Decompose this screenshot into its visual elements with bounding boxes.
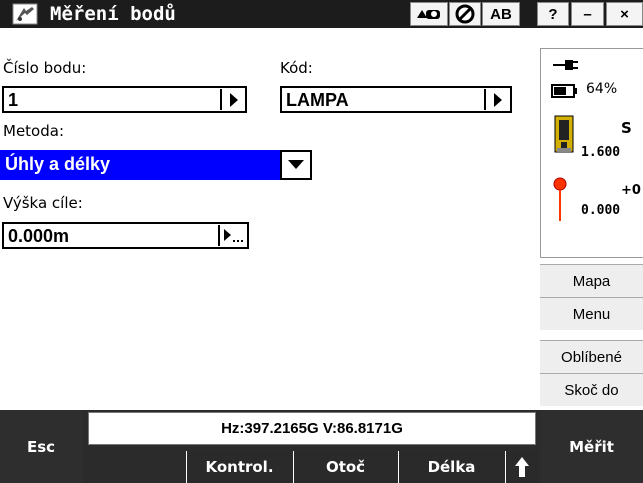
- no-entry-icon[interactable]: [449, 2, 481, 26]
- target-height-field[interactable]: 0.000m: [2, 222, 249, 249]
- point-number-arrow-icon[interactable]: [220, 89, 245, 110]
- map-button[interactable]: Mapa: [540, 264, 643, 297]
- code-arrow-icon[interactable]: [484, 89, 509, 110]
- point-number-label: Číslo bodu:: [3, 59, 87, 77]
- softkey-rotate[interactable]: Otoč: [293, 451, 397, 483]
- target-height-label: Výška cíle:: [3, 194, 83, 212]
- minimize-button[interactable]: –: [571, 2, 604, 26]
- instrument-letter: S: [621, 119, 632, 137]
- angle-readout: Hz:397.2165G V:86.8171G: [88, 412, 536, 445]
- code-value: LAMPA: [286, 90, 349, 110]
- softkey-length[interactable]: Délka: [398, 451, 504, 483]
- point-number-value: 1: [8, 90, 19, 110]
- telescope-icon[interactable]: [410, 2, 448, 26]
- battery-percent: 64%: [586, 81, 618, 97]
- softkey-check[interactable]: Kontrol.: [186, 451, 292, 483]
- esc-button[interactable]: Esc: [0, 410, 82, 483]
- target-value: 0.000: [581, 203, 621, 218]
- method-value: Úhly a délky: [5, 154, 111, 174]
- close-button[interactable]: ×: [606, 2, 643, 26]
- target-sign: +0: [621, 183, 641, 198]
- ab-button[interactable]: AB: [482, 2, 520, 26]
- target-prism-icon: [553, 177, 567, 221]
- app-icon[interactable]: [12, 3, 38, 25]
- menu-button[interactable]: Menu: [540, 297, 643, 330]
- point-number-field[interactable]: 1: [2, 86, 247, 113]
- window-title: Měření bodů: [50, 3, 176, 25]
- power-plug-icon: [553, 60, 578, 70]
- method-label: Metoda:: [3, 122, 64, 140]
- jump-to-button[interactable]: Skoč do: [540, 373, 643, 406]
- instrument-height: 1.600: [581, 145, 621, 160]
- code-label: Kód:: [280, 59, 313, 77]
- total-station-icon: [554, 115, 574, 153]
- method-dropdown-icon[interactable]: [280, 150, 312, 180]
- target-height-options-icon[interactable]: [218, 225, 247, 246]
- method-select[interactable]: Úhly a délky: [0, 150, 280, 180]
- code-field[interactable]: LAMPA: [280, 86, 512, 113]
- target-height-value: 0.000m: [8, 226, 70, 246]
- instrument-status-panel[interactable]: 64% S 1.600 +0 0.000: [540, 48, 643, 258]
- measure-button[interactable]: Měřit: [540, 410, 643, 483]
- favorites-button[interactable]: Oblíbené: [540, 340, 643, 373]
- up-arrow-icon[interactable]: [505, 451, 538, 483]
- battery-icon: [551, 84, 577, 98]
- title-bar: Měření bodů AB ? – ×: [0, 0, 643, 28]
- help-button[interactable]: ?: [537, 2, 569, 26]
